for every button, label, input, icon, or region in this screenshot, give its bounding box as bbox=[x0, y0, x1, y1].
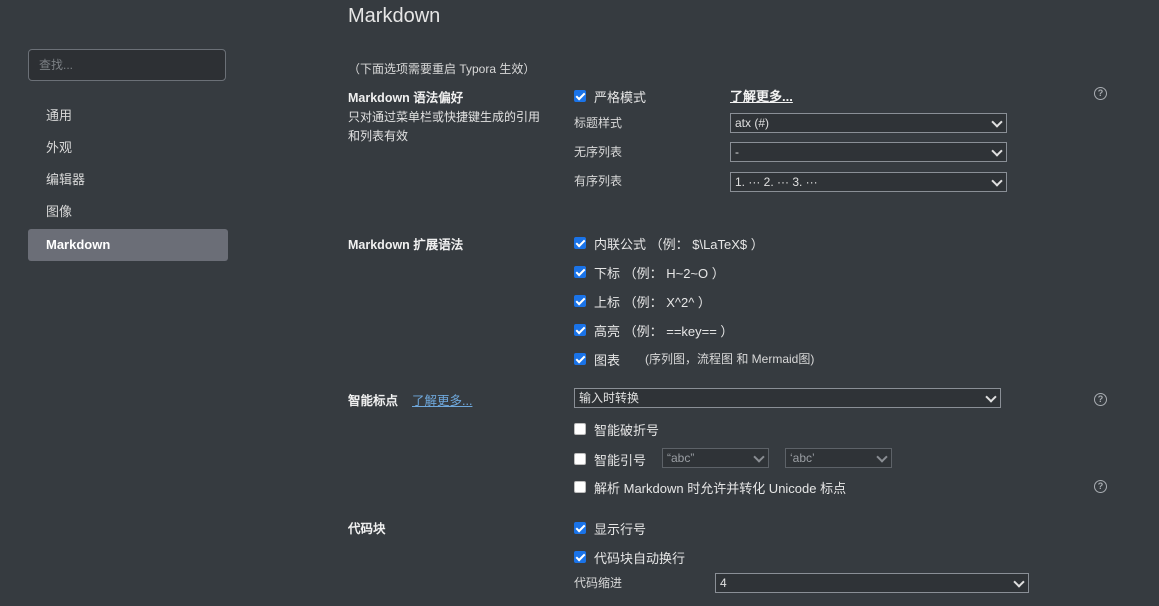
ordered-list-select[interactable]: 1. ··· 2. ··· 3. ··· bbox=[730, 172, 1007, 192]
inline-math-label: 内联公式 （例： $\LaTeX$ ） bbox=[594, 237, 764, 252]
smart-dash-label: 智能破折号 bbox=[594, 423, 660, 438]
smart-dash-checkbox[interactable] bbox=[574, 423, 586, 435]
help-icon[interactable]: ? bbox=[1094, 393, 1107, 406]
unicode-punct-label: 解析 Markdown 时允许并转化 Unicode 标点 bbox=[594, 481, 847, 496]
sidebar-item-appearance[interactable]: 外观 bbox=[28, 132, 228, 164]
single-quote-style-value: ‘abc’ bbox=[790, 451, 815, 465]
unordered-list-value: - bbox=[735, 145, 739, 159]
subscript-checkbox[interactable] bbox=[574, 266, 586, 278]
chevron-down-icon bbox=[753, 451, 765, 463]
diagrams-note: (序列图，流程图 和 Mermaid图) bbox=[645, 352, 815, 366]
heading-style-select[interactable]: atx (#) bbox=[730, 113, 1007, 133]
code-block-title: 代码块 bbox=[348, 522, 386, 536]
ordered-list-label: 有序列表 bbox=[574, 174, 623, 188]
chevron-down-icon bbox=[991, 116, 1003, 128]
inline-math-checkbox[interactable] bbox=[574, 237, 586, 249]
strict-mode-learn-more-link[interactable]: 了解更多... bbox=[730, 86, 793, 105]
highlight-label: 高亮 （例： ==key== ） bbox=[594, 324, 734, 339]
sidebar-item-editor[interactable]: 编辑器 bbox=[28, 164, 228, 196]
heading-style-label: 标题样式 bbox=[574, 116, 623, 130]
syntax-pref-desc-line1: 只对通过菜单栏或快捷键生成的引用 bbox=[348, 110, 541, 124]
strict-mode-checkbox[interactable] bbox=[574, 90, 586, 102]
chevron-down-icon bbox=[876, 451, 888, 463]
unicode-punct-checkbox[interactable] bbox=[574, 481, 586, 493]
strict-mode-label: 严格模式 bbox=[594, 90, 647, 105]
help-icon[interactable]: ? bbox=[1094, 87, 1107, 100]
superscript-checkbox[interactable] bbox=[574, 295, 586, 307]
diagrams-label: 图表 bbox=[594, 353, 621, 368]
double-quote-style-select[interactable]: “abc” bbox=[662, 448, 769, 468]
smart-quotes-label: 智能引号 bbox=[594, 453, 647, 468]
code-wrap-checkbox[interactable] bbox=[574, 551, 586, 563]
code-indent-value: 4 bbox=[720, 576, 727, 590]
syntax-pref-desc-line2: 和列表有效 bbox=[348, 129, 409, 143]
double-quote-style-value: “abc” bbox=[667, 451, 695, 465]
smart-punct-title: 智能标点 bbox=[348, 394, 399, 408]
superscript-label: 上标 （例： X^2^ ） bbox=[594, 295, 711, 310]
line-numbers-label: 显示行号 bbox=[594, 522, 647, 537]
smart-punct-learn-more-link[interactable]: 了解更多... bbox=[412, 390, 472, 409]
search-input[interactable] bbox=[28, 49, 226, 81]
code-wrap-label: 代码块自动换行 bbox=[594, 551, 686, 566]
smart-quotes-checkbox[interactable] bbox=[574, 453, 586, 465]
chevron-down-icon bbox=[991, 145, 1003, 157]
sidebar-item-general[interactable]: 通用 bbox=[28, 100, 228, 132]
settings-sidebar: 通用 外观 编辑器 图像 Markdown bbox=[0, 0, 250, 606]
unordered-list-select[interactable]: - bbox=[730, 142, 1007, 162]
code-indent-select[interactable]: 4 bbox=[715, 573, 1029, 593]
smart-punct-mode-select[interactable]: 输入时转换 bbox=[574, 388, 1001, 408]
unordered-list-label: 无序列表 bbox=[574, 145, 623, 159]
help-icon[interactable]: ? bbox=[1094, 480, 1107, 493]
page-title: Markdown bbox=[348, 5, 441, 27]
sidebar-item-image[interactable]: 图像 bbox=[28, 196, 228, 228]
smart-punct-mode-value: 输入时转换 bbox=[579, 391, 640, 405]
chevron-down-icon bbox=[985, 391, 997, 403]
diagrams-checkbox[interactable] bbox=[574, 353, 586, 365]
restart-note: （下面选项需要重启 Typora 生效） bbox=[348, 62, 536, 76]
syntax-pref-title: Markdown 语法偏好 bbox=[348, 91, 464, 105]
code-indent-label: 代码缩进 bbox=[574, 576, 623, 590]
ext-syntax-title: Markdown 扩展语法 bbox=[348, 238, 464, 252]
chevron-down-icon bbox=[1013, 576, 1025, 588]
line-numbers-checkbox[interactable] bbox=[574, 522, 586, 534]
heading-style-value: atx (#) bbox=[735, 116, 770, 130]
highlight-checkbox[interactable] bbox=[574, 324, 586, 336]
sidebar-item-markdown[interactable]: Markdown bbox=[28, 229, 228, 261]
ordered-list-value: 1. ··· 2. ··· 3. ··· bbox=[735, 175, 818, 189]
single-quote-style-select[interactable]: ‘abc’ bbox=[785, 448, 892, 468]
chevron-down-icon bbox=[991, 175, 1003, 187]
subscript-label: 下标 （例： H~2~O ） bbox=[594, 266, 725, 281]
